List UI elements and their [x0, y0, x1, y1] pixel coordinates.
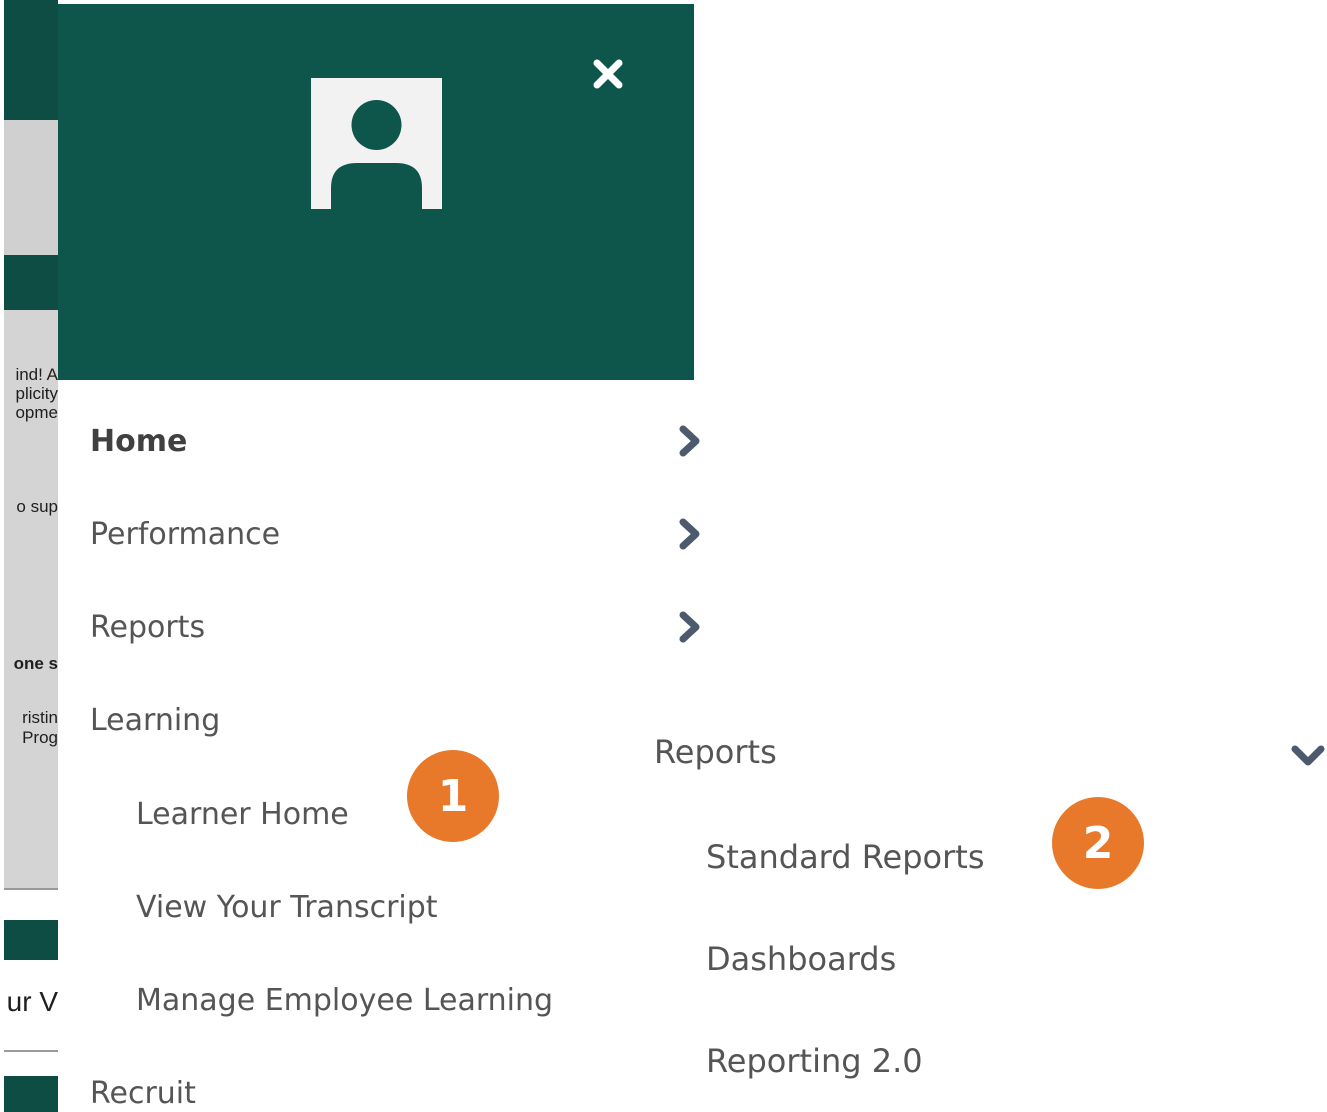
menu-item-learner-home[interactable]: Learner Home [136, 797, 349, 832]
callout-badge-1: 1 [407, 750, 499, 842]
menu-item-home[interactable]: Home [90, 424, 187, 459]
background-text: one s [13, 654, 58, 673]
menu-item-learning[interactable]: Learning [90, 703, 220, 738]
chevron-right-icon[interactable] [672, 610, 706, 644]
callout-badge-2: 2 [1052, 797, 1144, 889]
background-green-bar [4, 255, 58, 310]
background-text: ind! A [15, 365, 58, 384]
menu-item-view-transcript[interactable]: View Your Transcript [136, 890, 438, 925]
menu-item-manage-employee-learning[interactable]: Manage Employee Learning [136, 983, 553, 1018]
submenu-item-reporting-2[interactable]: Reporting 2.0 [706, 1042, 923, 1080]
background-text: ristin [22, 708, 58, 727]
menu-item-recruit[interactable]: Recruit [90, 1076, 196, 1111]
submenu-item-standard-reports[interactable]: Standard Reports [706, 838, 985, 876]
background-text: opme [15, 403, 58, 422]
background-gray-band [4, 120, 58, 255]
submenu-item-dashboards[interactable]: Dashboards [706, 940, 896, 978]
menu-item-performance[interactable]: Performance [90, 517, 280, 552]
nav-panel-header [58, 4, 694, 380]
background-divider [4, 888, 58, 890]
reports-submenu-title[interactable]: Reports [654, 733, 777, 771]
user-avatar-icon[interactable] [311, 78, 442, 209]
chevron-right-icon[interactable] [672, 424, 706, 458]
background-header-band [4, 0, 58, 120]
background-text: o sup [16, 497, 58, 516]
background-page: ind! A plicity opme o sup one s ristin P… [0, 0, 58, 1112]
menu-item-reports[interactable]: Reports [90, 610, 205, 645]
background-text: plicity [15, 384, 58, 403]
close-icon[interactable] [588, 54, 628, 94]
chevron-right-icon[interactable] [672, 517, 706, 551]
chevron-down-icon[interactable] [1290, 740, 1327, 774]
background-divider [4, 1050, 58, 1052]
background-green-bar [4, 920, 58, 960]
background-text: ur V [6, 986, 58, 1017]
background-text: Prog [22, 728, 58, 747]
background-green-bar [4, 1076, 58, 1112]
